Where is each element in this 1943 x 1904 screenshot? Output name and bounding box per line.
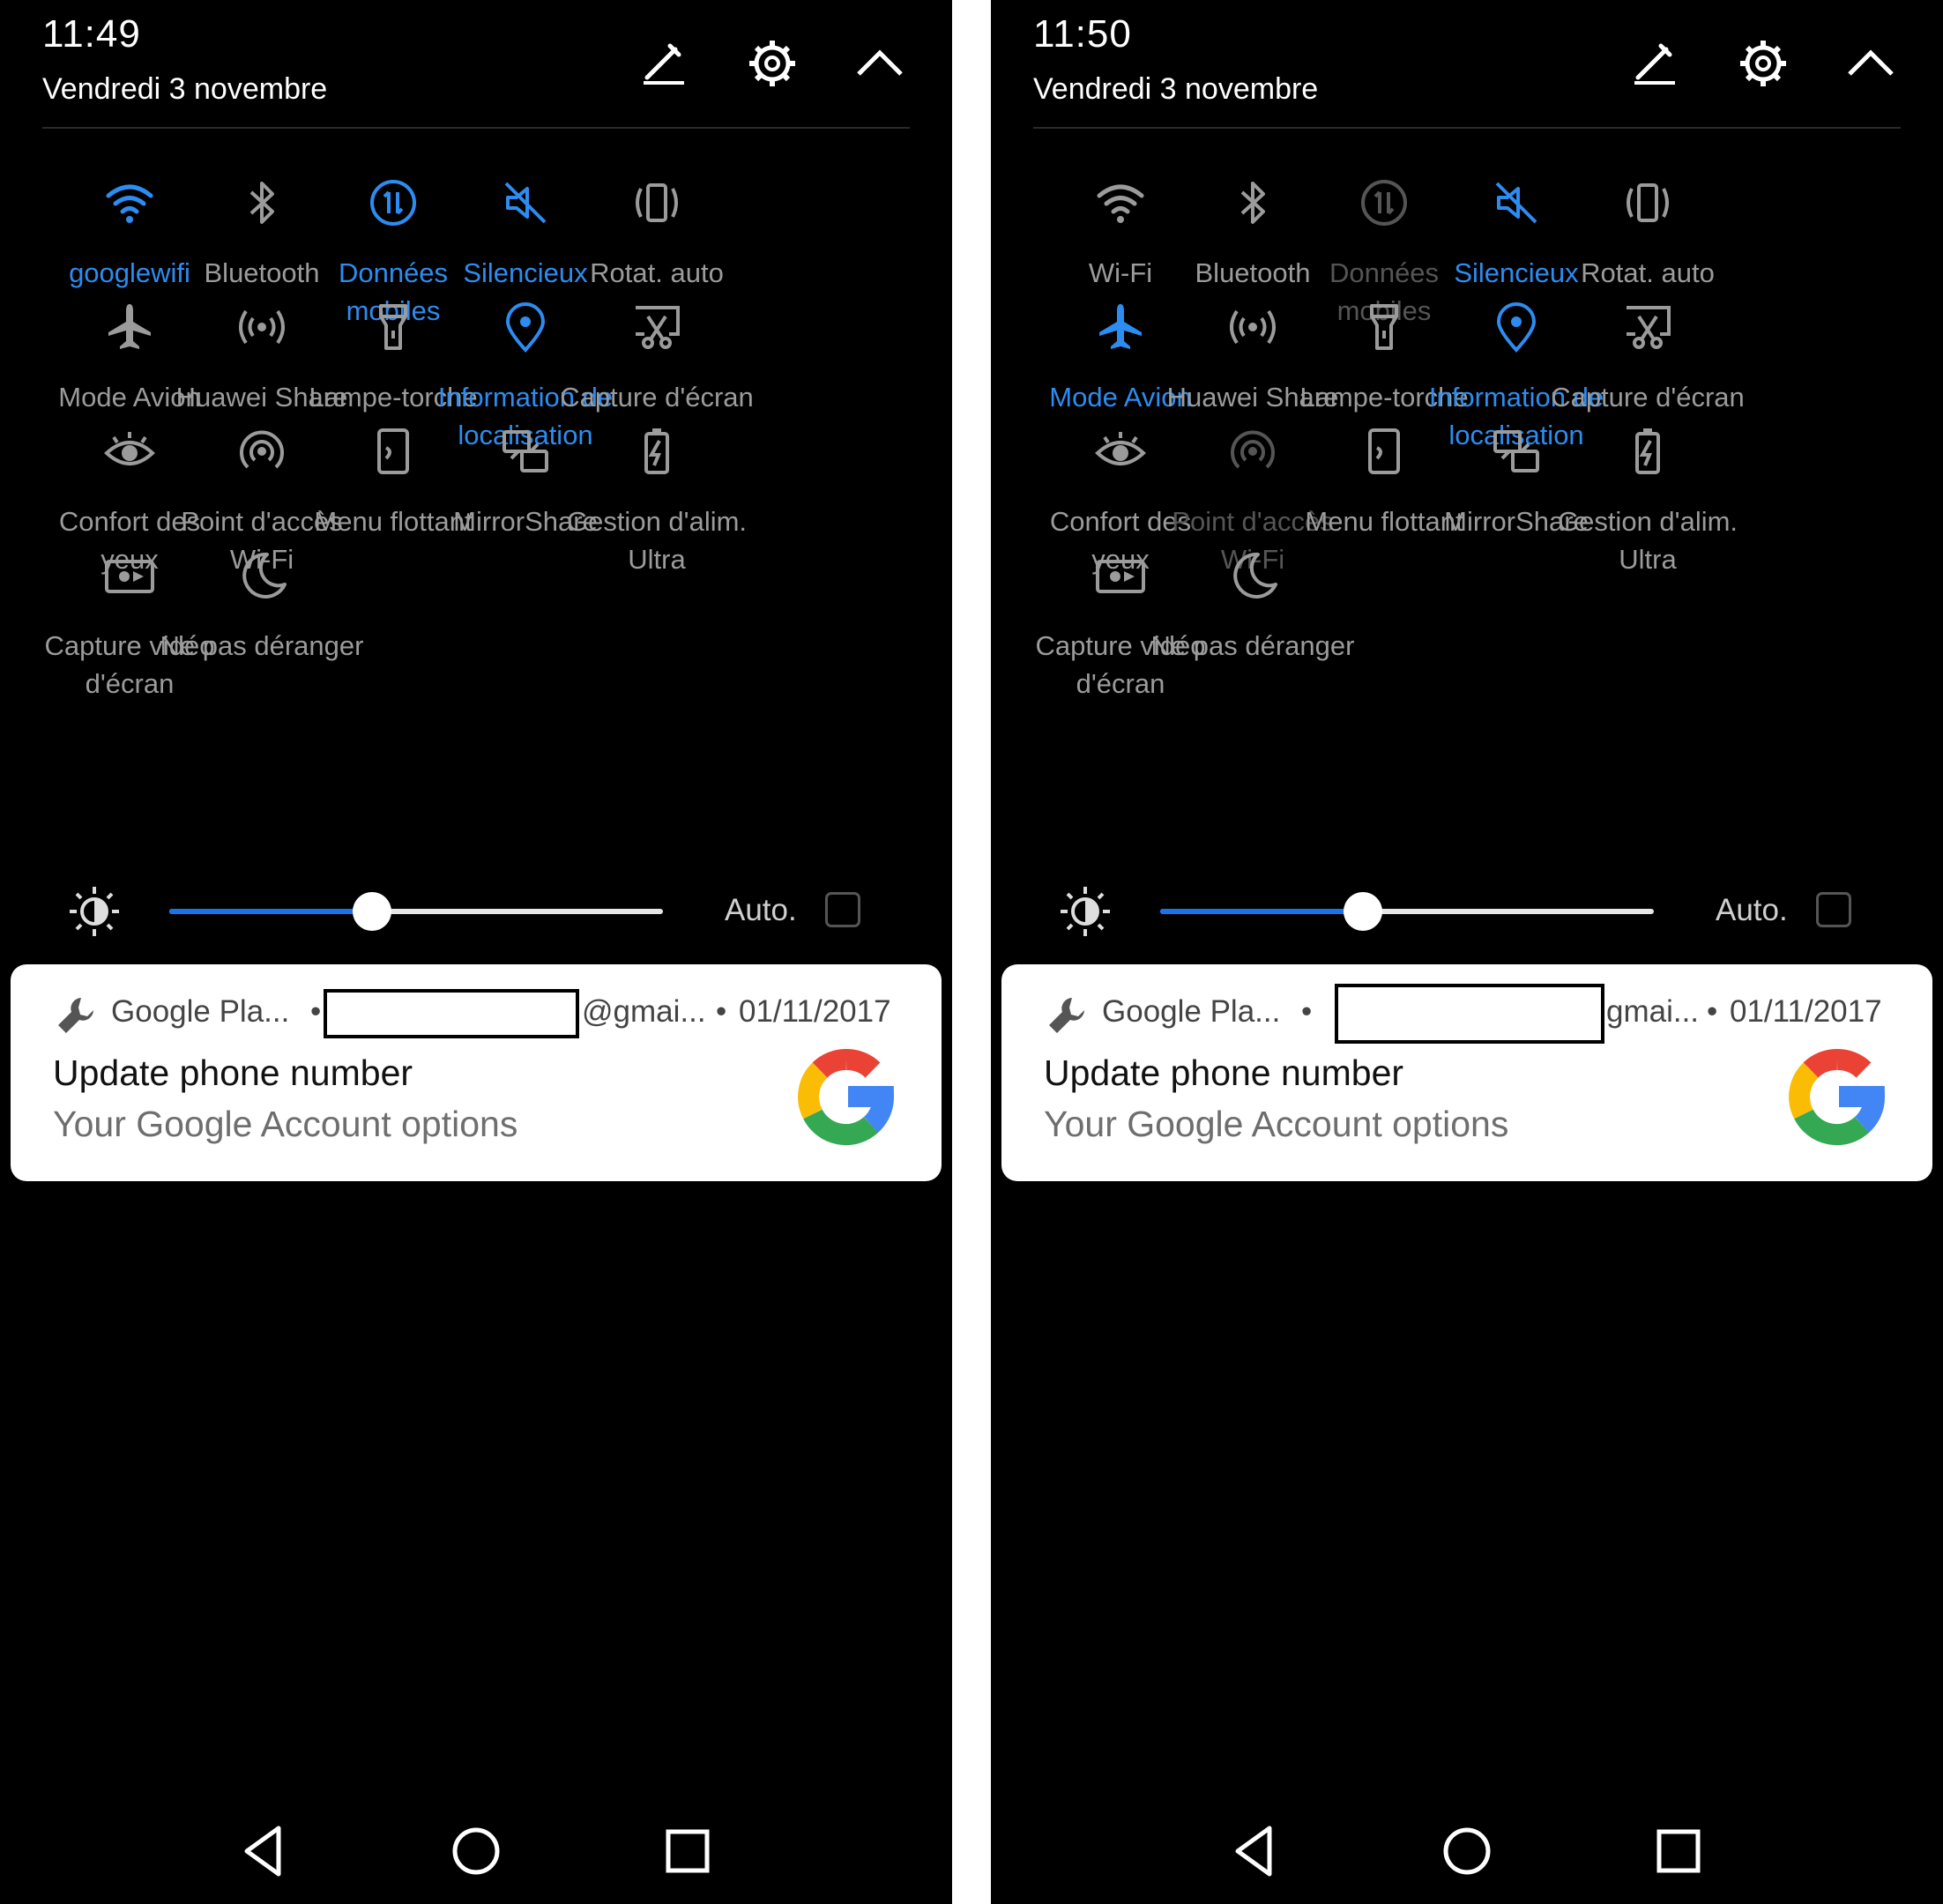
silent-icon bbox=[499, 176, 552, 229]
silent-icon bbox=[1490, 176, 1543, 229]
notification-app-name: Google Pla... bbox=[111, 994, 290, 1029]
header-divider bbox=[42, 127, 910, 129]
redacted-email-box bbox=[1335, 984, 1604, 1044]
flashlight-icon bbox=[1358, 301, 1411, 353]
notification-title: Update phone number bbox=[53, 1052, 413, 1093]
clock: 11:49 bbox=[42, 12, 141, 56]
settings-gear-icon[interactable] bbox=[1735, 35, 1791, 92]
screen-record-icon bbox=[1094, 549, 1147, 602]
notification-separator: • bbox=[310, 994, 322, 1029]
screenshot-icon bbox=[630, 301, 683, 353]
quick-tile-label: Rotat. auto bbox=[1581, 257, 1715, 288]
eye-comfort-icon bbox=[1094, 425, 1147, 478]
notification-account: @gmai... bbox=[582, 994, 706, 1029]
notification-title: Update phone number bbox=[1044, 1052, 1404, 1093]
notification-subtitle: Your Google Account options bbox=[1044, 1104, 1509, 1144]
google-g-logo-icon bbox=[1789, 1049, 1885, 1146]
clock: 11:50 bbox=[1033, 12, 1132, 56]
bluetooth-icon bbox=[1226, 176, 1279, 229]
location-icon bbox=[499, 301, 552, 353]
huawei-share-icon bbox=[235, 301, 288, 353]
date-label: Vendredi 3 novembre bbox=[1033, 72, 1319, 106]
quick-tile-label: Ne pas déranger bbox=[1150, 630, 1355, 661]
notification-separator-2: • bbox=[716, 994, 727, 1029]
collapse-chevron-icon[interactable] bbox=[1842, 35, 1899, 92]
home-button[interactable] bbox=[441, 1816, 511, 1886]
auto-brightness-checkbox[interactable] bbox=[825, 892, 860, 927]
quick-tile-label: Rotat. auto bbox=[590, 257, 724, 288]
location-icon bbox=[1490, 301, 1543, 353]
auto-brightness-checkbox[interactable] bbox=[1816, 892, 1851, 927]
notification-separator: • bbox=[1301, 994, 1313, 1029]
brightness-slider[interactable] bbox=[1160, 892, 1654, 931]
wifi-icon bbox=[1094, 176, 1147, 229]
brightness-icon bbox=[70, 887, 119, 936]
auto-rotate-icon bbox=[1621, 176, 1674, 229]
notification-date: 01/11/2017 bbox=[1730, 994, 1882, 1029]
auto-brightness-label: Auto. bbox=[725, 893, 797, 927]
floating-menu-icon bbox=[367, 425, 420, 478]
brightness-knob[interactable] bbox=[1343, 892, 1382, 931]
auto-rotate-icon bbox=[630, 176, 683, 229]
mobile-data-icon bbox=[367, 176, 420, 229]
wrench-icon bbox=[1049, 998, 1084, 1033]
back-button[interactable] bbox=[1222, 1816, 1292, 1886]
notification-subtitle: Your Google Account options bbox=[53, 1104, 518, 1144]
wifi-icon bbox=[103, 176, 156, 229]
brightness-icon bbox=[1061, 887, 1110, 936]
ultra-power-icon bbox=[1621, 425, 1674, 478]
auto-brightness-label: Auto. bbox=[1716, 893, 1788, 927]
mobile-data-icon bbox=[1358, 176, 1411, 229]
quick-tile-label: Ne pas déranger bbox=[160, 630, 364, 661]
eye-comfort-icon bbox=[103, 425, 156, 478]
header-divider bbox=[1033, 127, 1901, 129]
settings-gear-icon[interactable] bbox=[744, 35, 800, 92]
brightness-fill bbox=[169, 909, 372, 914]
collapse-chevron-icon[interactable] bbox=[852, 35, 908, 92]
quick-tile-label: Gestion d'alim. Ultra bbox=[566, 506, 748, 575]
date-label: Vendredi 3 novembre bbox=[42, 72, 328, 106]
notification-shade-left: 11:49 Vendredi 3 novembre googlewifi Blue… bbox=[0, 0, 952, 1904]
back-button[interactable] bbox=[231, 1816, 302, 1886]
notification-account: gmai... bbox=[1606, 994, 1700, 1029]
bluetooth-icon bbox=[235, 176, 288, 229]
huawei-share-icon bbox=[1226, 301, 1279, 353]
floating-menu-icon bbox=[1358, 425, 1411, 478]
mirrorshare-icon bbox=[1490, 425, 1543, 478]
quick-tile-label: Capture d'écran bbox=[1551, 382, 1745, 413]
do-not-disturb-icon bbox=[235, 549, 288, 602]
notification-card[interactable]: Google Pla... • @gmai... • 01/11/2017 Up… bbox=[11, 964, 942, 1181]
flashlight-icon bbox=[367, 301, 420, 353]
brightness-slider[interactable] bbox=[169, 892, 663, 931]
redacted-email-box bbox=[324, 989, 579, 1038]
edit-icon[interactable] bbox=[1626, 35, 1682, 92]
edit-icon[interactable] bbox=[635, 35, 691, 92]
notification-card[interactable]: Google Pla... • gmai... • 01/11/2017 Upd… bbox=[1001, 964, 1932, 1181]
recents-button[interactable] bbox=[652, 1816, 723, 1886]
recents-button[interactable] bbox=[1643, 1816, 1714, 1886]
airplane-icon bbox=[103, 301, 156, 353]
hotspot-icon bbox=[235, 425, 288, 478]
notification-shade-right: 11:50 Vendredi 3 novembre Wi-Fi Bluetooth… bbox=[991, 0, 1943, 1904]
hotspot-icon bbox=[1226, 425, 1279, 478]
wrench-icon bbox=[58, 998, 93, 1033]
screenshot-icon bbox=[1621, 301, 1674, 353]
brightness-knob[interactable] bbox=[352, 892, 391, 931]
mirrorshare-icon bbox=[499, 425, 552, 478]
home-button[interactable] bbox=[1432, 1816, 1502, 1886]
notification-app-name: Google Pla... bbox=[1102, 994, 1281, 1029]
quick-tile-label: Capture d'écran bbox=[560, 382, 754, 413]
screen-record-icon bbox=[103, 549, 156, 602]
airplane-icon bbox=[1094, 301, 1147, 353]
brightness-fill bbox=[1160, 909, 1363, 914]
notification-separator-2: • bbox=[1707, 994, 1718, 1029]
quick-tile-label: Gestion d'alim. Ultra bbox=[1557, 506, 1738, 575]
ultra-power-icon bbox=[630, 425, 683, 478]
google-g-logo-icon bbox=[798, 1049, 894, 1146]
do-not-disturb-icon bbox=[1226, 549, 1279, 602]
notification-date: 01/11/2017 bbox=[739, 994, 891, 1029]
